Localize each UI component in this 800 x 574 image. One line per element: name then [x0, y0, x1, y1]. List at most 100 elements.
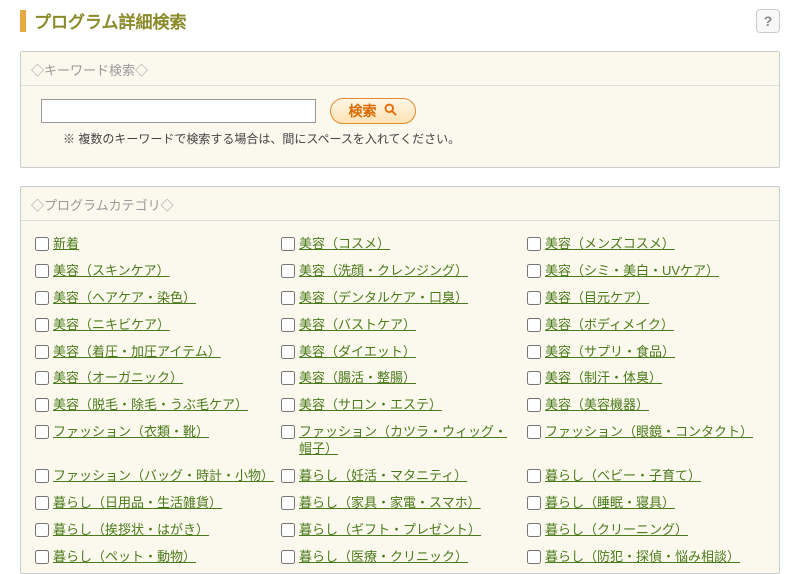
category-item[interactable]: 暮らし（家具・家電・スマホ） [281, 490, 519, 517]
category-link[interactable]: ファッション（衣類・靴） [53, 424, 209, 441]
category-link[interactable]: 美容（デンタルケア・口臭） [299, 290, 468, 307]
category-link[interactable]: 美容（ニキビケア） [53, 317, 170, 334]
category-link[interactable]: 暮らし（防犯・探偵・悩み相談） [545, 549, 740, 566]
category-link[interactable]: 美容（着圧・加圧アイテム） [53, 344, 221, 361]
category-item[interactable]: ファッション（衣類・靴） [35, 419, 273, 463]
category-checkbox[interactable] [35, 345, 49, 359]
category-link[interactable]: 美容（バストケア） [299, 317, 416, 334]
category-checkbox[interactable] [35, 264, 49, 278]
category-link[interactable]: 美容（コスメ） [299, 236, 390, 253]
category-checkbox[interactable] [527, 425, 541, 439]
category-checkbox[interactable] [281, 523, 295, 537]
category-link[interactable]: 美容（メンズコスメ） [545, 236, 675, 253]
category-item[interactable]: 暮らし（妊活・マタニティ） [281, 463, 519, 490]
category-item[interactable]: 美容（ダイエット） [281, 339, 519, 366]
category-checkbox[interactable] [527, 469, 541, 483]
category-checkbox[interactable] [35, 496, 49, 510]
category-item[interactable]: 美容（コスメ） [281, 231, 519, 258]
category-checkbox[interactable] [527, 523, 541, 537]
category-checkbox[interactable] [527, 318, 541, 332]
category-link[interactable]: ファッション（バッグ・時計・小物） [53, 468, 273, 485]
category-item[interactable]: 美容（メンズコスメ） [527, 231, 765, 258]
category-checkbox[interactable] [35, 523, 49, 537]
category-item[interactable]: 暮らし（日用品・生活雑貨） [35, 490, 273, 517]
category-item[interactable]: 美容（オーガニック） [35, 365, 273, 392]
category-link[interactable]: 暮らし（ベビー・子育て） [545, 468, 701, 485]
category-checkbox[interactable] [35, 469, 49, 483]
category-item[interactable]: 暮らし（防犯・探偵・悩み相談） [527, 544, 765, 571]
category-link[interactable]: 美容（スキンケア） [53, 263, 170, 280]
category-item[interactable]: 新着 [35, 231, 273, 258]
category-item[interactable]: 美容（洗顔・クレンジング） [281, 258, 519, 285]
category-link[interactable]: 暮らし（医療・クリニック） [299, 549, 468, 566]
category-item[interactable]: 美容（美容機器） [527, 392, 765, 419]
category-item[interactable]: 美容（サプリ・食品） [527, 339, 765, 366]
category-link[interactable]: 新着 [53, 236, 79, 253]
category-link[interactable]: 暮らし（家具・家電・スマホ） [299, 495, 481, 512]
category-item[interactable]: 暮らし（ベビー・子育て） [527, 463, 765, 490]
category-item[interactable]: 美容（ボディメイク） [527, 312, 765, 339]
category-checkbox[interactable] [527, 264, 541, 278]
category-checkbox[interactable] [281, 264, 295, 278]
category-checkbox[interactable] [281, 496, 295, 510]
category-checkbox[interactable] [35, 550, 49, 564]
category-checkbox[interactable] [281, 425, 295, 439]
category-link[interactable]: 美容（洗顔・クレンジング） [299, 263, 468, 280]
category-item[interactable]: 美容（ニキビケア） [35, 312, 273, 339]
category-checkbox[interactable] [35, 398, 49, 412]
category-item[interactable]: 美容（サロン・エステ） [281, 392, 519, 419]
category-item[interactable]: 美容（着圧・加圧アイテム） [35, 339, 273, 366]
category-link[interactable]: 美容（オーガニック） [53, 370, 183, 387]
category-item[interactable]: 美容（シミ・美白・UVケア） [527, 258, 765, 285]
category-link[interactable]: 美容（腸活・整腸） [299, 370, 416, 387]
category-link[interactable]: ファッション（カツラ・ウィッグ・帽子） [299, 424, 519, 458]
category-link[interactable]: 暮らし（挨拶状・はがき） [53, 522, 209, 539]
category-item[interactable]: 美容（目元ケア） [527, 285, 765, 312]
keyword-input[interactable] [41, 99, 316, 123]
category-checkbox[interactable] [35, 237, 49, 251]
category-checkbox[interactable] [281, 345, 295, 359]
category-item[interactable]: ファッション（眼鏡・コンタクト） [527, 419, 765, 463]
category-checkbox[interactable] [35, 371, 49, 385]
search-button[interactable]: 検索 [330, 98, 416, 124]
category-item[interactable]: 美容（デンタルケア・口臭） [281, 285, 519, 312]
category-checkbox[interactable] [527, 496, 541, 510]
category-checkbox[interactable] [527, 345, 541, 359]
category-link[interactable]: 暮らし（妊活・マタニティ） [299, 468, 467, 485]
category-checkbox[interactable] [35, 291, 49, 305]
category-checkbox[interactable] [527, 550, 541, 564]
category-item[interactable]: 暮らし（医療・クリニック） [281, 544, 519, 571]
category-link[interactable]: 美容（美容機器） [545, 397, 649, 414]
category-item[interactable]: 暮らし（挨拶状・はがき） [35, 517, 273, 544]
category-checkbox[interactable] [35, 318, 49, 332]
category-item[interactable]: 暮らし（ギフト・プレゼント） [281, 517, 519, 544]
category-link[interactable]: 美容（制汗・体臭） [545, 370, 662, 387]
category-checkbox[interactable] [527, 398, 541, 412]
category-item[interactable]: 美容（スキンケア） [35, 258, 273, 285]
category-checkbox[interactable] [527, 291, 541, 305]
category-link[interactable]: 暮らし（ペット・動物） [53, 549, 196, 566]
category-item[interactable]: ファッション（カツラ・ウィッグ・帽子） [281, 419, 519, 463]
category-checkbox[interactable] [281, 398, 295, 412]
category-link[interactable]: 暮らし（睡眠・寝具） [545, 495, 675, 512]
help-button[interactable]: ? [756, 9, 780, 33]
category-link[interactable]: ファッション（眼鏡・コンタクト） [545, 424, 753, 441]
category-link[interactable]: 美容（目元ケア） [545, 290, 649, 307]
category-item[interactable]: 暮らし（クリーニング） [527, 517, 765, 544]
category-checkbox[interactable] [281, 371, 295, 385]
category-link[interactable]: 美容（サプリ・食品） [545, 344, 675, 361]
category-checkbox[interactable] [281, 469, 295, 483]
category-checkbox[interactable] [281, 291, 295, 305]
category-checkbox[interactable] [35, 425, 49, 439]
category-link[interactable]: 暮らし（ギフト・プレゼント） [299, 522, 481, 539]
category-item[interactable]: 美容（バストケア） [281, 312, 519, 339]
category-link[interactable]: 暮らし（クリーニング） [545, 522, 688, 539]
category-link[interactable]: 美容（サロン・エステ） [299, 397, 442, 414]
category-checkbox[interactable] [527, 371, 541, 385]
category-item[interactable]: 美容（ヘアケア・染色） [35, 285, 273, 312]
category-link[interactable]: 美容（ボディメイク） [545, 317, 674, 334]
category-link[interactable]: 美容（ヘアケア・染色） [53, 290, 196, 307]
category-checkbox[interactable] [281, 550, 295, 564]
category-item[interactable]: 暮らし（睡眠・寝具） [527, 490, 765, 517]
category-item[interactable]: 美容（制汗・体臭） [527, 365, 765, 392]
